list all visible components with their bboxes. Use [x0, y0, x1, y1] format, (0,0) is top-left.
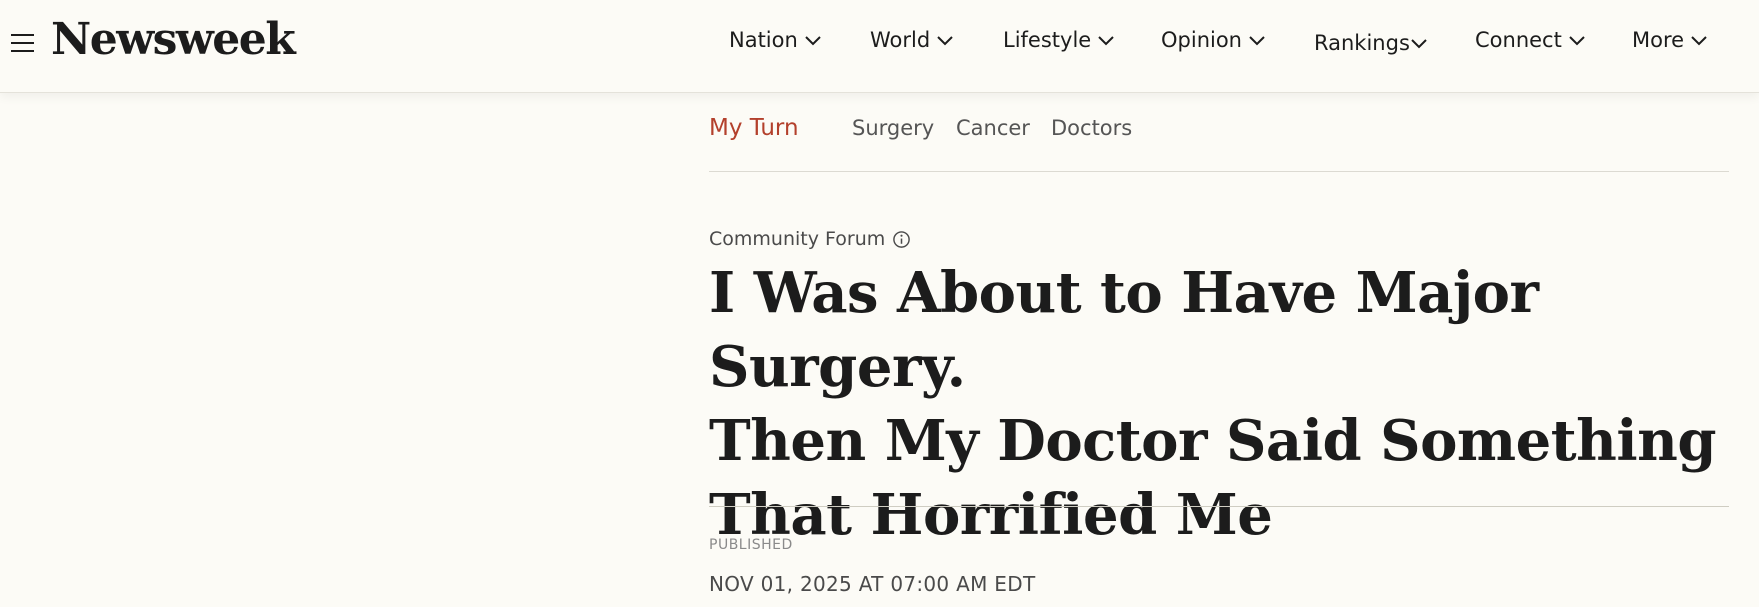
nav-item-more[interactable]: More: [1632, 28, 1708, 52]
nav-item-world[interactable]: World: [870, 28, 954, 52]
nav-item-label: Nation: [729, 28, 798, 52]
section-link-my-turn[interactable]: My Turn: [709, 115, 799, 141]
info-icon[interactable]: [892, 230, 911, 249]
chevron-down-icon: [937, 36, 953, 46]
chevron-down-icon: [1569, 36, 1585, 46]
nav-item-rankings[interactable]: Rankings: [1314, 31, 1428, 55]
chevron-down-icon: [1411, 39, 1427, 49]
nav-item-lifestyle[interactable]: Lifestyle: [1003, 28, 1115, 52]
nav-item-label: Lifestyle: [1003, 28, 1092, 52]
top-navigation-bar: Newsweek Nation World Lifestyle Opinion …: [0, 0, 1759, 93]
nav-item-label: Opinion: [1161, 28, 1242, 52]
nav-item-label: More: [1632, 28, 1685, 52]
article-headline: I Was About to Have Major Surgery. Then …: [709, 256, 1739, 552]
headline-line: That Horrified Me: [709, 482, 1273, 548]
main-nav: Nation World Lifestyle Opinion Rankings …: [0, 28, 1759, 62]
chevron-down-icon: [805, 36, 821, 46]
article-kicker: Community Forum: [709, 228, 911, 250]
published-date: NOV 01, 2025 AT 07:00 AM EDT: [709, 572, 1036, 596]
chevron-down-icon: [1098, 36, 1114, 46]
nav-item-label: World: [870, 28, 931, 52]
nav-item-opinion[interactable]: Opinion: [1161, 28, 1266, 52]
nav-item-label: Connect: [1475, 28, 1562, 52]
published-label: PUBLISHED: [709, 537, 793, 553]
nav-item-connect[interactable]: Connect: [1475, 28, 1586, 52]
headline-line: Then My Doctor Said Something: [709, 408, 1717, 474]
topic-link-doctors[interactable]: Doctors: [1051, 116, 1132, 140]
chevron-down-icon: [1691, 36, 1707, 46]
chevron-down-icon: [1249, 36, 1265, 46]
section-subnav: My Turn Surgery Cancer Doctors: [709, 115, 1729, 172]
kicker-label: Community Forum: [709, 228, 886, 250]
divider: [709, 506, 1729, 507]
topic-link-cancer[interactable]: Cancer: [956, 116, 1030, 140]
nav-item-nation[interactable]: Nation: [729, 28, 822, 52]
nav-item-label: Rankings: [1314, 31, 1410, 55]
topic-link-surgery[interactable]: Surgery: [852, 116, 934, 140]
headline-line: I Was About to Have Major Surgery.: [709, 260, 1539, 400]
